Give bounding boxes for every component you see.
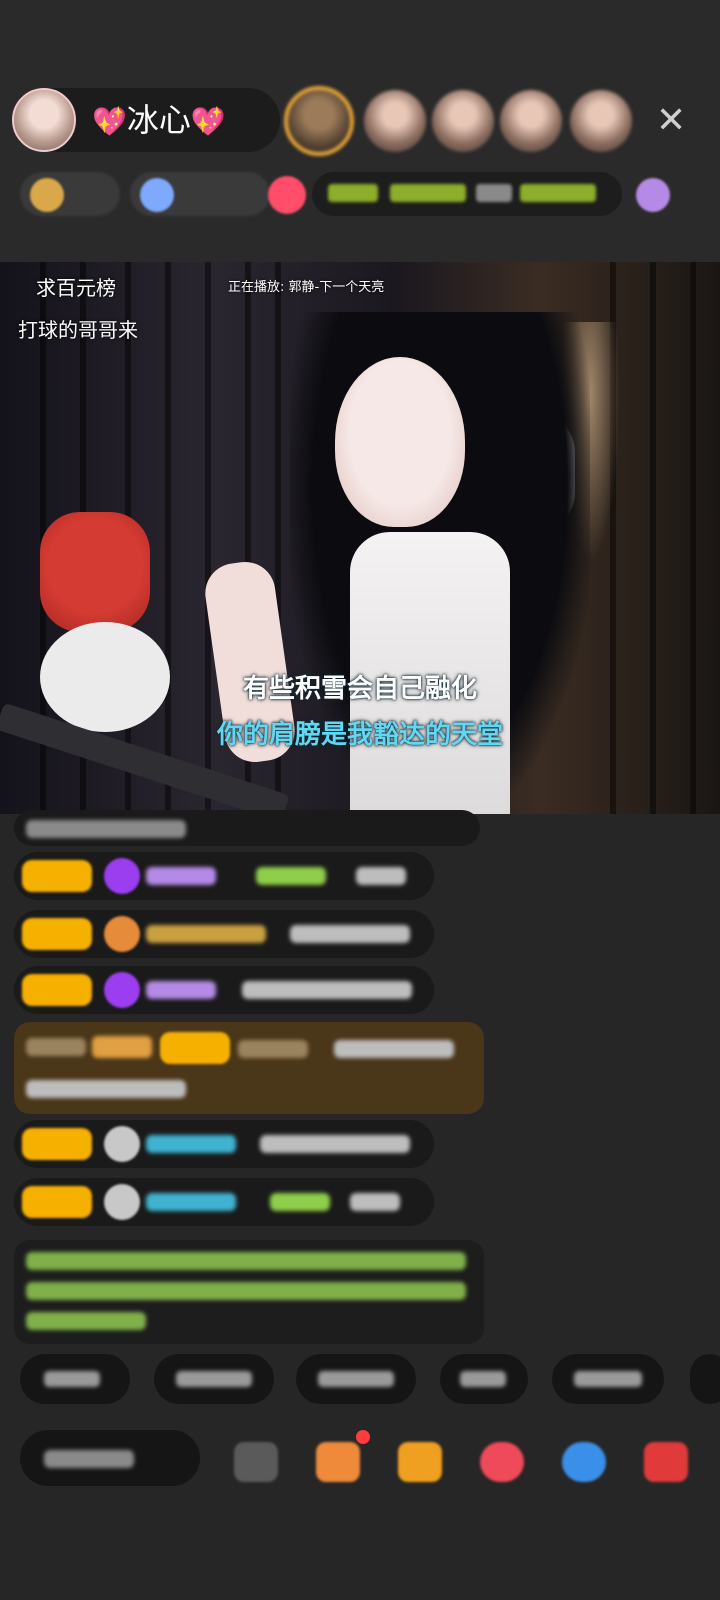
chat-input-placeholder	[44, 1450, 134, 1468]
game-icon[interactable]	[562, 1442, 606, 1482]
fans-icon	[140, 178, 174, 212]
viewer-avatar[interactable]	[500, 90, 562, 152]
overlay-text: 求百元榜	[36, 276, 116, 300]
chat-text	[26, 820, 186, 838]
level-badge	[92, 1036, 152, 1058]
gift-icon[interactable]	[398, 1442, 442, 1482]
chat-target	[270, 1193, 330, 1211]
chat-text	[334, 1040, 454, 1058]
system-notice-text	[26, 1282, 466, 1300]
viewer-avatar[interactable]	[364, 90, 426, 152]
quick-phrase-text	[574, 1371, 642, 1387]
chat-user[interactable]	[146, 981, 216, 999]
host-avatar[interactable]	[12, 88, 76, 152]
sparkling-heart-icon: 💖	[92, 105, 127, 138]
chat-user[interactable]	[238, 1040, 308, 1058]
now-playing: 正在播放: 郭静-下一个天亮	[228, 276, 384, 295]
quick-phrase-text	[460, 1371, 506, 1387]
box-icon[interactable]	[316, 1442, 360, 1482]
gem-icon	[104, 972, 140, 1008]
gem-icon	[104, 916, 140, 952]
viewer-avatar[interactable]	[432, 90, 494, 152]
rank-icon	[30, 178, 64, 212]
chat-text	[356, 867, 406, 885]
close-icon[interactable]: ✕	[656, 100, 686, 141]
more-icon[interactable]	[234, 1442, 278, 1482]
quick-phrase-button[interactable]	[690, 1354, 720, 1404]
viewer-avatar[interactable]	[284, 86, 354, 156]
level-badge	[22, 860, 92, 892]
level-badge	[22, 974, 92, 1006]
chat-user[interactable]	[146, 867, 216, 885]
chat-user[interactable]	[146, 925, 266, 943]
quick-phrase-text	[176, 1371, 252, 1387]
top-bar: 💖冰心💖 ✕	[0, 0, 720, 262]
viewer-avatar[interactable]	[570, 90, 632, 152]
task-seg	[520, 184, 596, 202]
streamer-face	[335, 357, 465, 527]
chat-text	[350, 1193, 400, 1211]
host-name-text: 冰心	[126, 101, 191, 139]
badge-icon[interactable]	[636, 178, 670, 212]
task-seg	[476, 184, 512, 202]
chat-target	[256, 867, 326, 885]
chat-user[interactable]	[146, 1193, 236, 1211]
chat-text	[290, 925, 410, 943]
chat-message-highlight[interactable]	[14, 1022, 484, 1114]
mascot-toy	[40, 512, 150, 632]
sparkling-heart-icon: 💖	[190, 105, 226, 138]
level-badge	[160, 1032, 230, 1064]
level-badge	[22, 1128, 92, 1160]
follow-icon[interactable]	[268, 176, 306, 214]
lyric-line: 你的肩膀是我豁达的天堂	[216, 720, 503, 750]
level-badge	[22, 1186, 92, 1218]
chat-text	[26, 1038, 86, 1056]
chat-text	[260, 1135, 410, 1153]
gem-icon	[104, 858, 140, 894]
level-badge	[22, 918, 92, 950]
host-info[interactable]: 💖冰心💖	[12, 88, 280, 152]
live-video[interactable]: 求百元榜 打球的哥哥来 正在播放: 郭静-下一个天亮 有些积雪会自己融化 你的肩…	[0, 262, 720, 814]
chat-user[interactable]	[146, 1135, 236, 1153]
gift-box-icon[interactable]	[644, 1442, 688, 1482]
now-playing-label: 正在播放:	[228, 280, 285, 295]
quick-phrase-text	[44, 1371, 100, 1387]
heart-icon[interactable]	[480, 1442, 524, 1482]
chat-text	[26, 1080, 186, 1098]
system-notice-text	[26, 1312, 146, 1330]
task-seg	[390, 184, 466, 202]
system-notice-text	[26, 1252, 466, 1270]
notification-dot	[356, 1430, 370, 1444]
overlay-text: 打球的哥哥来	[18, 318, 138, 342]
now-playing-song: 郭静-下一个天亮	[288, 280, 385, 295]
chat-text	[242, 981, 412, 999]
gem-icon	[104, 1126, 140, 1162]
quick-phrase-text	[318, 1371, 394, 1387]
lyric-line: 有些积雪会自己融化	[242, 674, 477, 704]
gem-icon	[104, 1184, 140, 1220]
task-seg	[328, 184, 378, 202]
host-name: 💖冰心💖	[92, 102, 226, 140]
